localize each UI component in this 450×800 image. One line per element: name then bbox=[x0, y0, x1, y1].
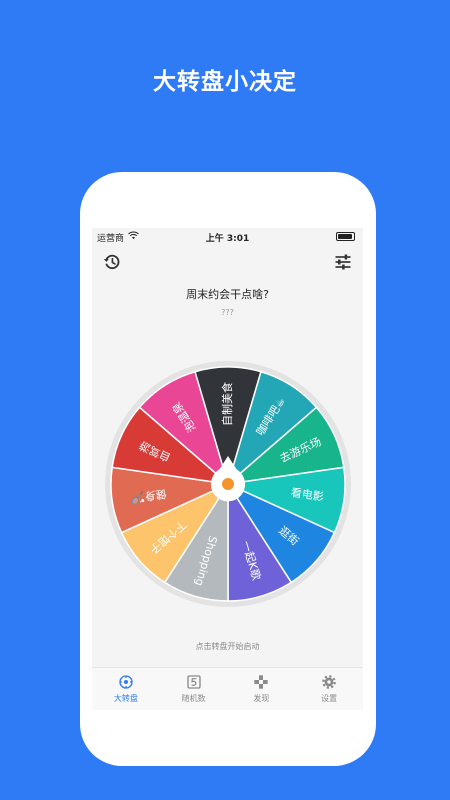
spin-wheel[interactable]: 泡温泉 自制美食 咖啡吧☕去游乐场看电影逛街一起K歌Shopping下个馆子健身🏸自… bbox=[104, 360, 352, 608]
gamepad-icon bbox=[254, 675, 269, 689]
tab-label: 设置 bbox=[321, 694, 338, 703]
phone-frame: 运营商 上午 3:01 周末约会干点啥? ??? 泡温泉 自制美食 咖啡吧☕ 去… bbox=[80, 172, 376, 766]
tab-discover[interactable]: 发现 bbox=[228, 668, 296, 710]
spin-hint: 点击转盘开始启动 bbox=[195, 642, 260, 651]
status-time: 上午 3:01 bbox=[205, 234, 250, 244]
sliders-icon[interactable] bbox=[333, 252, 353, 272]
tab-label: 大转盘 bbox=[113, 694, 138, 703]
app-screen: 运营商 上午 3:01 周末约会干点啥? ??? 泡温泉 自制美食 咖啡吧☕ 去… bbox=[92, 228, 363, 710]
battery-icon bbox=[336, 232, 355, 241]
result-subtitle: ??? bbox=[221, 308, 234, 317]
history-icon[interactable] bbox=[102, 252, 122, 272]
tab-label: 随机数 bbox=[181, 694, 206, 703]
tab-label: 发现 bbox=[253, 694, 270, 703]
tab-random-number[interactable]: 随机数 bbox=[160, 668, 228, 710]
tab-wheel[interactable]: 大转盘 bbox=[92, 668, 160, 710]
question-title: 周末约会干点啥? bbox=[186, 288, 269, 301]
gear-icon bbox=[322, 675, 336, 689]
tab-bar: 大转盘 随机数 发现 设置 bbox=[92, 667, 363, 710]
number-five-icon bbox=[186, 675, 201, 689]
status-bar: 运营商 上午 3:01 bbox=[92, 228, 363, 244]
tab-settings[interactable]: 设置 bbox=[295, 668, 363, 710]
promo-title: 大转盘小决定 bbox=[153, 69, 297, 95]
wheel-icon bbox=[119, 675, 133, 689]
wheel-segment-label: 自制美食 bbox=[220, 382, 234, 426]
